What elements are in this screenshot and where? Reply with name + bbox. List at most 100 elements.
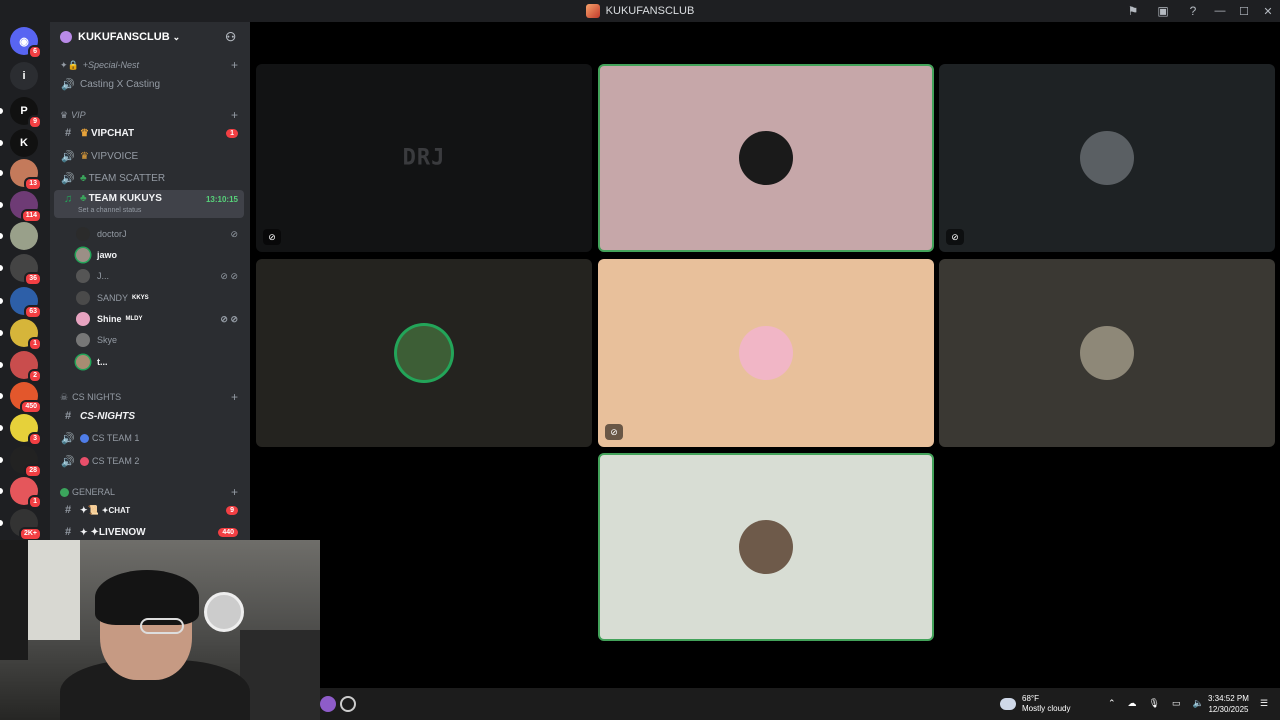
participant-avatar — [397, 326, 451, 380]
invite-people-icon[interactable]: ⚇ — [225, 30, 236, 44]
maximize-button[interactable]: ☐ — [1232, 5, 1256, 18]
inbox-flag-icon[interactable]: ⚑ — [1118, 4, 1148, 18]
member-name: jawo — [97, 250, 118, 260]
channel-cs-team-2[interactable]: 🔊 CS TEAM 2 — [54, 451, 244, 471]
mention-badge: 9 — [28, 115, 42, 129]
server-icon-server-6[interactable]: 36 — [10, 254, 42, 286]
clock[interactable]: 3:34:52 PM 12/30/2025 — [1208, 693, 1249, 715]
participant-tile[interactable]: DRJ ⊘ — [256, 64, 592, 252]
server-icon-server-11[interactable]: 3 — [10, 414, 42, 446]
volume-icon[interactable]: 🔈 — [1193, 698, 1204, 709]
close-button[interactable]: ✕ — [1256, 5, 1280, 18]
participant-tile[interactable] — [256, 259, 592, 447]
channel-cs-team-1[interactable]: 🔊 CS TEAM 1 — [54, 428, 244, 448]
hashtag-icon: # — [64, 526, 72, 538]
microphone-icon[interactable]: 🎙 — [1149, 698, 1160, 709]
voice-member[interactable]: doctorJ ⊘ — [76, 224, 244, 244]
voice-icon: 🔊 — [61, 78, 75, 91]
server-icon-server-7[interactable]: 63 — [10, 287, 42, 319]
member-name: t... — [97, 357, 108, 367]
server-icon-server-3[interactable]: 13 — [10, 159, 42, 191]
weather-widget[interactable]: 68°F Mostly cloudy — [1000, 694, 1070, 714]
server-icon-server-9[interactable]: 2 — [10, 351, 42, 383]
voice-icon: 🔊 — [61, 172, 75, 185]
server-icon-discord-home[interactable]: ◉ 6 — [10, 27, 42, 59]
server-icon — [60, 31, 72, 43]
category-special-nest[interactable]: ✦🔒 +Special-Nest + — [50, 57, 250, 73]
mention-badge: 3 — [28, 432, 42, 446]
server-icon-server-plp[interactable]: P9 — [10, 97, 42, 129]
member-name: doctorJ — [97, 229, 127, 239]
title-bar-controls: ⚑ ▣ ? — ☐ ✕ — [1118, 0, 1280, 22]
server-icon-info[interactable]: i — [10, 62, 38, 90]
scroll-icon: ✦📜 — [80, 504, 99, 515]
minimize-button[interactable]: — — [1208, 5, 1232, 17]
channel-vipchat[interactable]: # ♛ VIPCHAT 1 — [54, 123, 244, 143]
weather-desc: Mostly cloudy — [1022, 704, 1071, 713]
chevron-up-icon[interactable]: ⌃ — [1108, 698, 1116, 709]
avatar — [76, 227, 90, 241]
add-channel-icon[interactable]: + — [231, 108, 238, 122]
unread-badge: 440 — [218, 527, 238, 537]
channel-casting[interactable]: 🔊 Casting X Casting — [54, 74, 244, 94]
unread-pill — [0, 265, 3, 271]
channel-vipvoice[interactable]: 🔊 ♛ VIPVOICE — [54, 146, 244, 166]
unread-pill — [0, 393, 3, 399]
server-list: ◉ 6 i P 9 K 13 114 36 63 1 2 450 3 28 1 2K+ — [0, 22, 50, 542]
server-icon-server-10[interactable]: 450 — [10, 382, 42, 414]
category-cs-nights[interactable]: ☠ CS NIGHTS + — [50, 389, 250, 405]
onedrive-icon[interactable]: ☁ — [1128, 698, 1137, 709]
add-channel-icon[interactable]: + — [231, 390, 238, 404]
server-icon-server-5[interactable] — [10, 222, 38, 250]
notification-icon[interactable]: ☰ — [1260, 698, 1268, 709]
avatar — [76, 248, 90, 262]
channel-label: TEAM KUKUYS — [88, 193, 162, 204]
channel-livenow[interactable]: # ✦ ✦LIVENOW 440 — [54, 522, 244, 542]
monitor-icon[interactable]: ▣ — [1148, 4, 1178, 18]
voice-member[interactable]: SANDY KKYS — [76, 288, 244, 308]
category-general[interactable]: GENERAL + — [50, 484, 250, 500]
participant-avatar — [1080, 131, 1134, 185]
channel-team-kukuys[interactable]: ♫ ♣ TEAM KUKUYS 13:10:15 Set a channel s… — [54, 190, 244, 218]
channel-chat[interactable]: # ✦📜 ✦CHAT 9 — [54, 500, 244, 520]
taskbar-app-icon[interactable] — [320, 696, 336, 712]
mention-badge: 1 — [28, 495, 42, 509]
voice-member[interactable]: Skye — [76, 330, 244, 350]
mention-badge: 13 — [24, 177, 42, 191]
participant-tile[interactable] — [598, 64, 934, 252]
webcam-curtain — [0, 540, 28, 660]
channel-status-prompt[interactable]: Set a channel status — [78, 207, 141, 214]
voice-member[interactable]: jawo — [76, 245, 244, 265]
green-circle-icon — [60, 487, 69, 497]
participant-tile[interactable] — [939, 259, 1275, 447]
server-icon-server-8[interactable]: 1 — [10, 319, 42, 351]
mention-badge: 36 — [24, 272, 42, 286]
unread-pill — [0, 425, 3, 431]
avatar — [76, 269, 90, 283]
server-icon-server-kick[interactable]: K — [10, 129, 38, 157]
add-channel-icon[interactable]: + — [231, 58, 238, 72]
help-icon[interactable]: ? — [1178, 4, 1208, 18]
webcam-fan — [204, 592, 244, 632]
taskbar-obs-icon[interactable] — [340, 696, 356, 712]
voice-member[interactable]: t... — [76, 352, 244, 372]
channel-label: VIPVOICE — [90, 150, 139, 162]
participant-tile[interactable]: ⊘ — [598, 259, 934, 447]
channel-team-scatter[interactable]: 🔊 ♣ TEAM SCATTER — [54, 168, 244, 188]
chevron-down-icon: ⌄ — [172, 31, 181, 42]
participant-tile[interactable]: ⊘ — [939, 64, 1275, 252]
add-channel-icon[interactable]: + — [231, 485, 238, 499]
category-vip[interactable]: ♛ VIP + — [50, 107, 250, 123]
server-icon-server-14[interactable]: 2K+ — [10, 509, 42, 541]
avatar — [76, 312, 90, 326]
channel-cs-nights[interactable]: # CS-NIGHTS — [54, 406, 244, 426]
title-bar: KUKUFANSCLUB ⚑ ▣ ? — ☐ ✕ — [0, 0, 1280, 22]
participant-tile[interactable] — [598, 453, 934, 641]
voice-member[interactable]: Shine MLDY ⊘ ⊘ — [76, 309, 244, 329]
network-icon[interactable]: ▭ — [1172, 698, 1181, 709]
server-icon-server-4[interactable]: 114 — [10, 191, 42, 223]
server-header[interactable]: KUKUFANSCLUB ⌄ ⚇ — [50, 22, 250, 52]
voice-member[interactable]: J... ⊘ ⊘ — [76, 266, 244, 286]
server-icon-server-12[interactable]: 28 — [10, 446, 42, 478]
server-icon-server-13[interactable]: 1 — [10, 477, 42, 509]
